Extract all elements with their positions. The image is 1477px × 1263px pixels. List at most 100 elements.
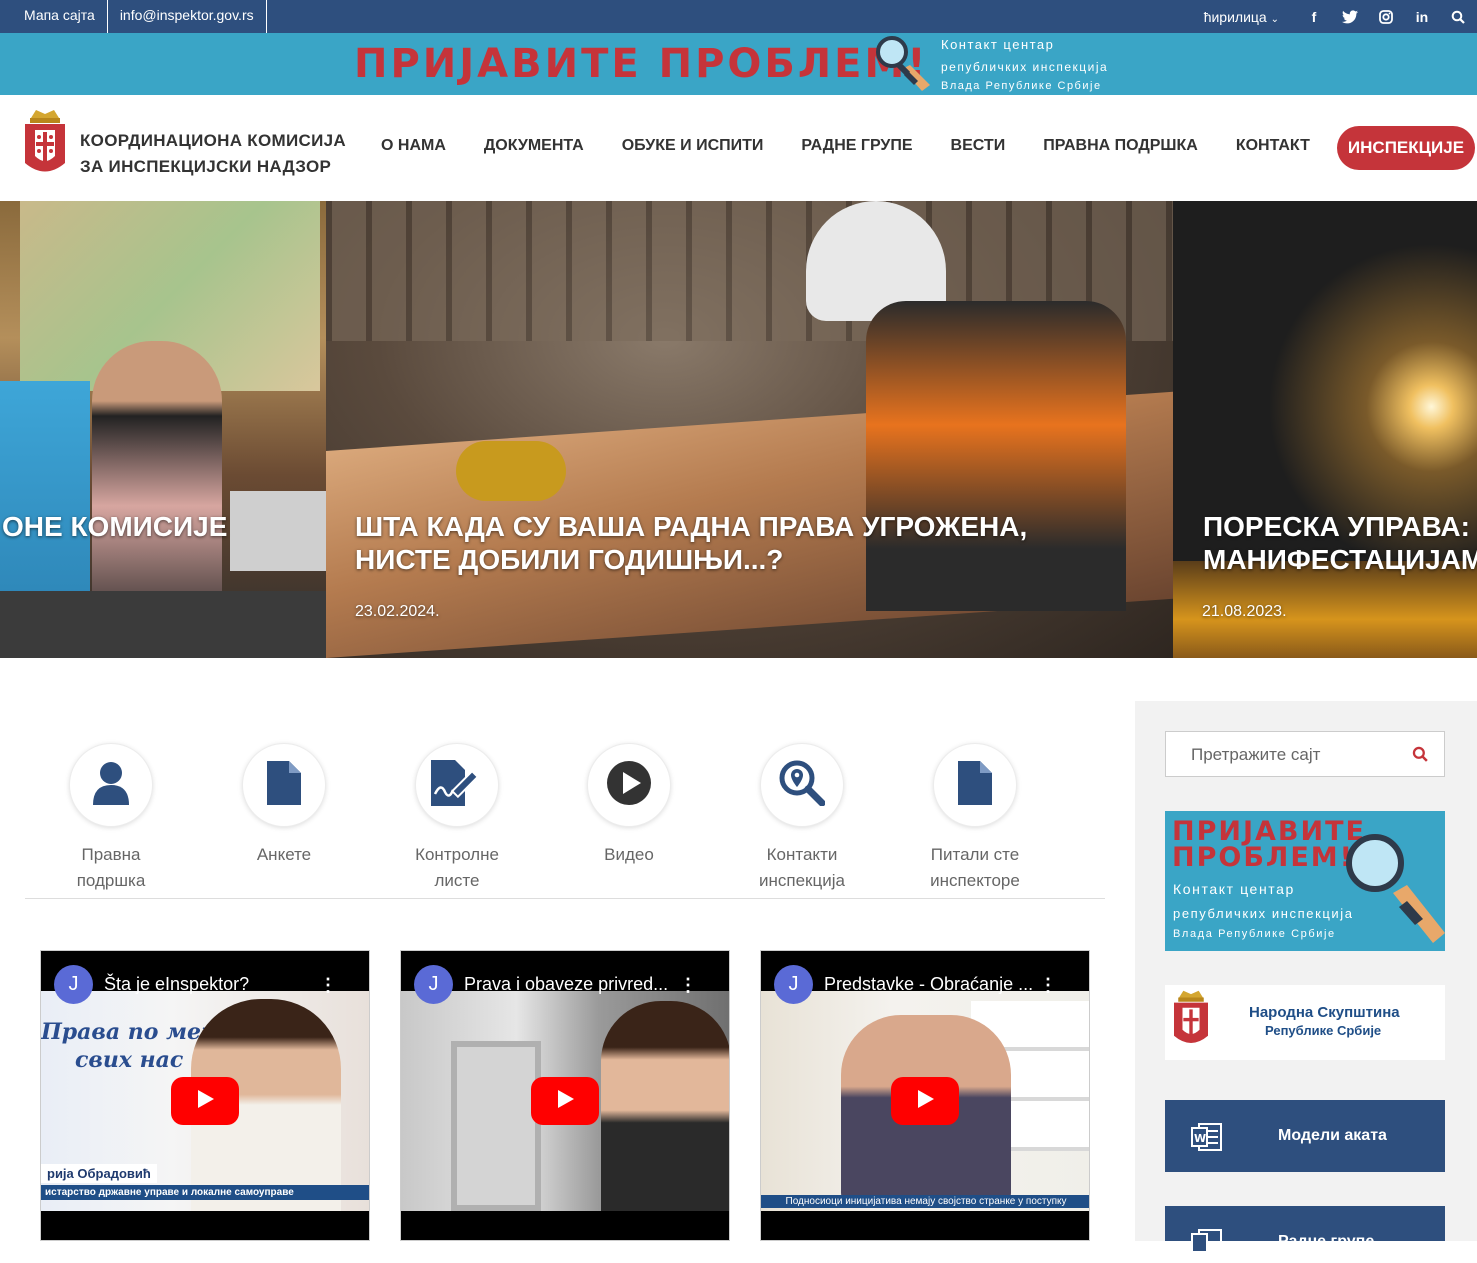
quick-link-label2: подршка [76, 871, 146, 890]
nav-item-news[interactable]: ВЕСТИ [951, 137, 1006, 155]
location-search-icon [779, 760, 826, 811]
document-icon [958, 760, 992, 810]
model-acts-button[interactable]: W Модели аката [1165, 1100, 1445, 1172]
slide-title: ОНЕ КОМИСИЈЕ [2, 511, 228, 542]
slide-title-line1: ШТА КАДА СУ ВАША РАДНА ПРАВА УГРОЖЕНА, [355, 511, 1028, 542]
quick-link-circle [934, 744, 1016, 826]
sidebar-report-problem-banner[interactable]: ПРИЈАВИТЕ ПРОБЛЕМ! Контакт центар републ… [1165, 811, 1445, 951]
more-options-icon[interactable]: ⋮ [319, 975, 337, 996]
report-problem-banner[interactable]: ПРИЈАВИТЕ ПРОБЛЕМ! Контакт центар републ… [0, 33, 1477, 95]
video-caption-ministry: истарство државне управе и локалне самоу… [41, 1185, 369, 1200]
inspections-button[interactable]: ИНСПЕКЦИЈЕ [1337, 126, 1475, 170]
search-input[interactable]: Претражите сајт [1191, 745, 1320, 765]
video-presenter-image [601, 1001, 729, 1211]
video-caption: Подносиоци иницијатива немају својство с… [761, 1195, 1089, 1208]
quick-link-ask-inspectors[interactable]: Питали сте инспекторе [919, 744, 1031, 894]
more-options-icon[interactable]: ⋮ [1039, 975, 1057, 996]
word-document-icon: W [1191, 1122, 1223, 1157]
working-groups-label: Радне групе [1278, 1233, 1375, 1250]
working-groups-button[interactable]: Радне групе [1165, 1206, 1445, 1257]
slide-worker[interactable]: ШТА КАДА СУ ВАША РАДНА ПРАВА УГРОЖЕНА, Н… [326, 201, 1173, 658]
linkedin-icon[interactable]: in [1413, 8, 1431, 26]
quick-link-checklists[interactable]: Контролне листе [401, 744, 513, 894]
play-button[interactable] [171, 1077, 239, 1125]
video-door-image [451, 1041, 541, 1211]
main-nav: О НАМА ДОКУМЕНТА ОБУКЕ И ИСПИТИ РАДНЕ ГР… [381, 137, 1348, 155]
quick-link-inspection-contacts[interactable]: Контакти инспекција [746, 744, 858, 894]
national-assembly-link[interactable]: Народна Скупштина Републике Србије [1165, 985, 1445, 1060]
section-divider [25, 898, 1105, 899]
quick-link-legal-support[interactable]: Правна подршка [55, 744, 167, 894]
channel-avatar[interactable]: J [54, 965, 93, 1004]
nav-item-contact[interactable]: КОНТАКТ [1236, 137, 1310, 155]
nav-item-documents[interactable]: ДОКУМЕНТА [484, 137, 584, 155]
national-assembly-title: Народна Скупштина [1249, 1004, 1400, 1021]
sidebar-banner-line3: Влада Републике Србије [1173, 928, 1336, 940]
video-embed-2[interactable]: J Prava i obaveze privred... ⋮ [400, 950, 730, 1241]
play-button[interactable] [891, 1077, 959, 1125]
site-header: КООРДИНАЦИОНА КОМИСИЈА ЗА ИНСПЕКЦИЈСКИ Н… [0, 95, 1477, 201]
site-search[interactable]: Претражите сајт [1165, 731, 1445, 777]
channel-avatar[interactable]: J [414, 965, 453, 1004]
model-acts-label: Модели аката [1278, 1127, 1387, 1144]
slide-concert[interactable]: ПОРЕСКА УПРАВА: И МАНИФЕСТАЦИЈАМА 21.08.… [1173, 201, 1477, 658]
quick-link-label: Питали сте [930, 845, 1020, 864]
search-icon[interactable] [1449, 8, 1467, 26]
slide-vest-image [866, 301, 1126, 611]
org-line2: ЗА ИНСПЕКЦИЈСКИ НАДЗОР [80, 157, 332, 176]
channel-avatar[interactable]: J [774, 965, 813, 1004]
user-icon [91, 761, 131, 810]
video-embed-3[interactable]: Подносиоци иницијатива немају својство с… [760, 950, 1090, 1241]
svg-text:W: W [1194, 1132, 1206, 1145]
play-icon [606, 760, 652, 811]
word-document-icon [1191, 1228, 1223, 1263]
signature-icon [431, 759, 483, 811]
play-icon [195, 1089, 215, 1114]
banner-line1: Контакт центар [941, 37, 1055, 52]
sitemap-link[interactable]: Мапа сајта [12, 0, 108, 33]
org-line1: КООРДИНАЦИОНА КОМИСИЈА [80, 131, 346, 150]
language-selector[interactable]: ћирилица ⌄ [1204, 9, 1279, 25]
quick-link-circle [761, 744, 843, 826]
email-link[interactable]: info@inspektor.gov.rs [108, 0, 267, 33]
instagram-icon[interactable] [1377, 8, 1395, 26]
video-embed-1[interactable]: Права по мери свих нас рија Обрадовић ис… [40, 950, 370, 1241]
twitter-icon[interactable] [1341, 8, 1359, 26]
video-title[interactable]: Šta je eInspektor? [104, 974, 249, 995]
slide-laptop-image [230, 491, 326, 571]
nav-item-trainings[interactable]: ОБУКЕ И ИСПИТИ [622, 137, 764, 155]
slide-date: 23.02.2024. [355, 603, 440, 620]
quick-link-circle [70, 744, 152, 826]
language-label: ћирилица [1203, 8, 1267, 25]
slide-meeting[interactable]: ОНЕ КОМИСИЈЕ [0, 201, 326, 658]
quick-link-label: Контакти [766, 845, 838, 864]
quick-link-surveys[interactable]: Анкете [228, 744, 340, 868]
serbia-crest-logo[interactable] [22, 108, 68, 193]
nav-item-legal-support[interactable]: ПРАВНА ПОДРШКА [1043, 137, 1198, 155]
facebook-icon[interactable]: f [1305, 8, 1323, 26]
chevron-down-icon: ⌄ [1270, 13, 1279, 25]
banner-line3: Влада Републике Србије [941, 80, 1102, 92]
quick-link-label: Правна [81, 845, 141, 864]
sidebar-banner-headline2: ПРОБЛЕМ! [1172, 842, 1354, 873]
nav-item-about[interactable]: О НАМА [381, 137, 446, 155]
play-icon [555, 1089, 575, 1114]
news-slider: ОНЕ КОМИСИЈЕ ШТА КАДА СУ ВАША РАДНА ПРАВ… [0, 201, 1477, 658]
quick-link-circle [588, 744, 670, 826]
banner-headline: ПРИЈАВИТЕ ПРОБЛЕМ! [354, 41, 929, 87]
quick-link-circle [243, 744, 325, 826]
search-icon[interactable] [1412, 746, 1428, 767]
nav-item-working-groups[interactable]: РАДНЕ ГРУПЕ [801, 137, 912, 155]
magnifier-icon [874, 35, 934, 100]
more-options-icon[interactable]: ⋮ [679, 975, 697, 996]
quick-link-label2: инспекција [759, 871, 845, 890]
quick-link-label2: инспекторе [930, 871, 1020, 890]
play-button[interactable] [531, 1077, 599, 1125]
video-overlay-text2: свих нас [75, 1047, 184, 1073]
sidebar-banner-line2: републичких инспекција [1173, 906, 1354, 921]
video-title[interactable]: Predstavke - Obraćanje ... [824, 974, 1033, 995]
quick-link-video[interactable]: Видео [573, 744, 685, 868]
serbia-crest-logo [1171, 989, 1211, 1062]
organization-name[interactable]: КООРДИНАЦИОНА КОМИСИЈА ЗА ИНСПЕКЦИЈСКИ Н… [80, 128, 346, 180]
video-title[interactable]: Prava i obaveze privred... [464, 974, 668, 995]
